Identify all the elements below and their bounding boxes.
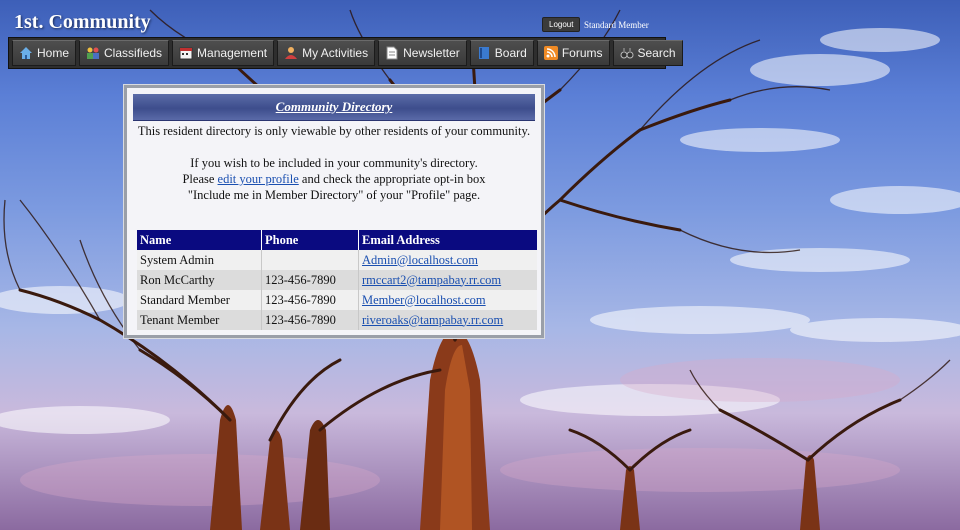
nav-newsletter-label: Newsletter [403,46,460,60]
opt-in-line-2: Please edit your profile and check the a… [137,171,531,187]
table-header-row: Name Phone Email Address [137,230,537,250]
book-icon [477,46,491,60]
main-navbar: Home Classifieds Management My Activitie… [8,37,683,69]
calendar-icon [179,46,193,60]
nav-home[interactable]: Home [12,40,77,66]
member-email-cell: Member@localhost.com [358,290,537,310]
nav-board-label: Board [494,46,527,60]
logout-button[interactable]: Logout [542,17,581,32]
member-email-link[interactable]: riveroaks@tampabay.rr.com [362,313,503,327]
table-row: Standard Member 123-456-7890 Member@loca… [137,290,537,310]
member-email-link[interactable]: Admin@localhost.com [362,253,478,267]
column-header-name: Name [137,230,262,250]
opt-in-line-1: If you wish to be included in your commu… [190,156,478,170]
column-header-phone: Phone [261,230,359,250]
people-icon [86,46,100,60]
rss-icon [543,46,558,60]
member-email-link[interactable]: rmccart2@tampabay.rr.com [362,273,501,287]
member-name: System Admin [137,250,262,270]
edit-profile-link[interactable]: edit your profile [218,172,299,186]
document-icon [385,46,399,60]
nav-newsletter[interactable]: Newsletter [378,40,467,66]
nav-management[interactable]: Management [172,40,275,66]
member-phone: 123-456-7890 [261,270,359,290]
member-email-cell: riveroaks@tampabay.rr.com [358,310,537,330]
table-row: Ron McCarthy 123-456-7890 rmccart2@tampa… [137,270,537,290]
member-phone [261,250,359,270]
member-name: Tenant Member [137,310,262,330]
current-user-label: Standard Member [584,20,649,30]
nav-my-activities-label: My Activities [302,46,369,60]
member-email-cell: Admin@localhost.com [358,250,537,270]
nav-forums[interactable]: Forums [536,40,610,66]
member-email-cell: rmccart2@tampabay.rr.com [358,270,537,290]
nav-home-label: Home [37,46,70,60]
intro-text: This resident directory is only viewable… [137,124,531,138]
panel-title: Community Directory [275,99,393,114]
table-row: Tenant Member 123-456-7890 riveroaks@tam… [137,310,537,330]
opt-in-line-2-pre: Please [182,172,218,186]
nav-search[interactable]: Search [612,40,683,66]
nav-classifieds-label: Classifieds [104,46,163,60]
nav-forums-label: Forums [561,46,603,60]
table-row: System Admin Admin@localhost.com [137,250,537,270]
panel-header: Community Directory [133,94,535,121]
opt-in-line-3: "Include me in Member Directory" of your… [187,188,481,202]
binoculars-icon [620,46,634,60]
nav-board[interactable]: Board [469,40,534,66]
member-phone: 123-456-7890 [261,290,359,310]
column-header-email: Email Address [358,230,537,250]
member-phone: 123-456-7890 [261,310,359,330]
nav-my-activities[interactable]: My Activities [277,40,376,66]
nav-management-label: Management [197,46,268,60]
home-icon [19,46,33,60]
member-name: Ron McCarthy [137,270,262,290]
member-email-link[interactable]: Member@localhost.com [362,293,486,307]
nav-classifieds[interactable]: Classifieds [79,40,170,66]
opt-in-line-2-post: and check the appropriate opt-in box [298,172,486,186]
nav-search-label: Search [637,46,676,60]
user-activities-icon [284,46,298,60]
member-directory-table: Name Phone Email Address System Admin Ad… [137,230,537,330]
member-name: Standard Member [137,290,262,310]
community-directory-panel: Community Directory This resident direct… [124,85,544,338]
site-title: 1st. Community [14,11,151,33]
directory-instructions: This resident directory is only viewable… [137,121,531,203]
